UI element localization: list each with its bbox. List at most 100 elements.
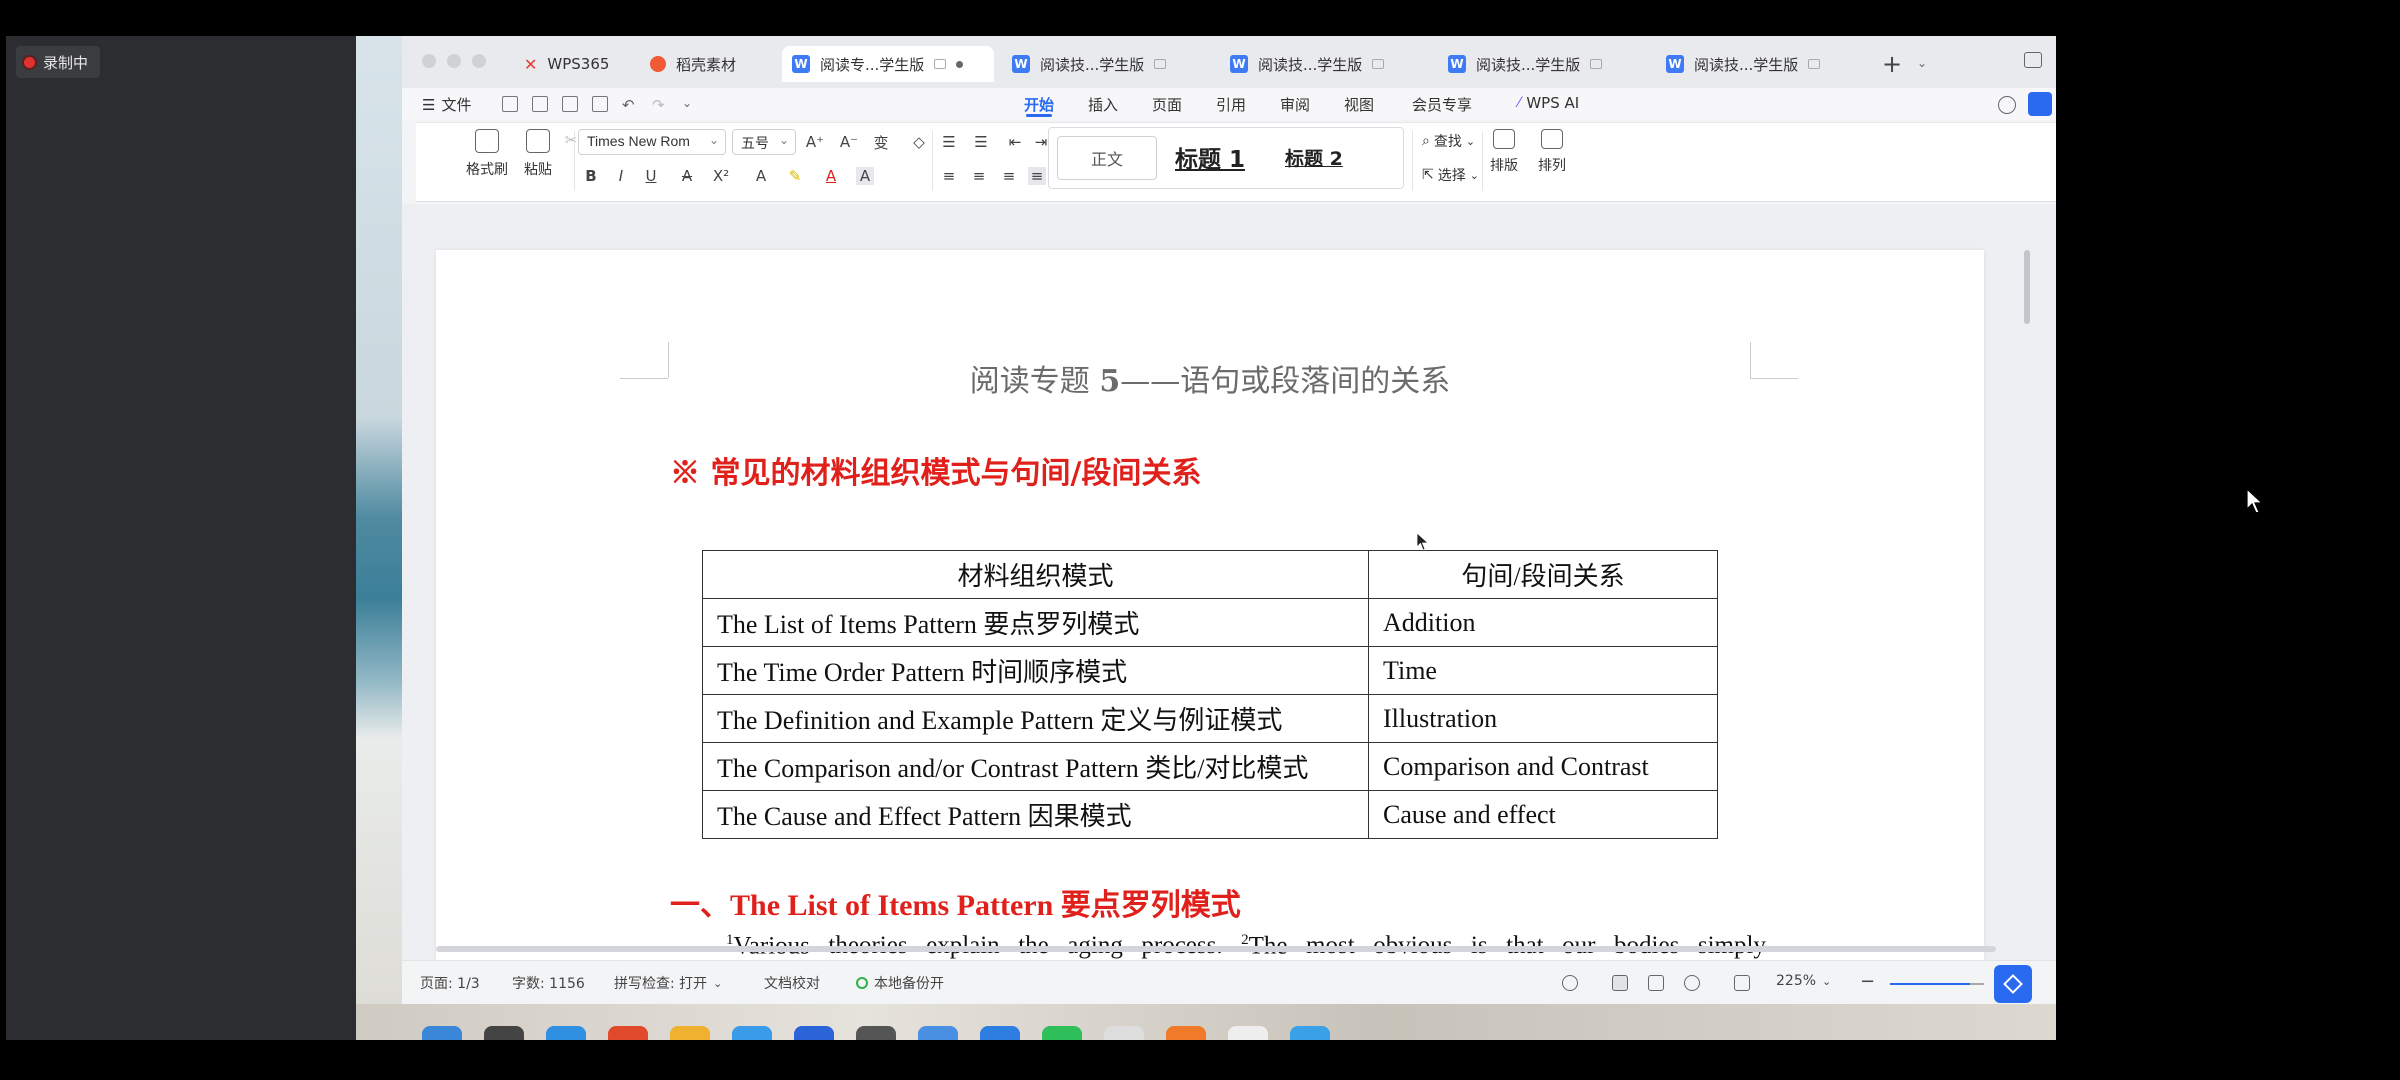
- minimize-window-button[interactable]: [447, 54, 461, 68]
- highlight-icon[interactable]: ✎: [786, 167, 804, 185]
- document-page[interactable]: 阅读专题 5——语句或段落间的关系 ※ 常见的材料组织模式与句间/段间关系 材料…: [436, 250, 1984, 960]
- menu-references[interactable]: 引用: [1216, 94, 1246, 115]
- zoom-select[interactable]: 225% ⌄: [1776, 973, 1831, 989]
- menu-view[interactable]: 视图: [1344, 94, 1374, 115]
- recording-indicator[interactable]: 录制中: [16, 46, 101, 78]
- typesetting-button[interactable]: 排版: [1490, 129, 1518, 175]
- align-right-icon[interactable]: ≡: [1000, 167, 1018, 185]
- menu-review[interactable]: 审阅: [1280, 94, 1310, 115]
- style-normal-button[interactable]: 正文: [1057, 136, 1157, 180]
- floating-assistant-button[interactable]: [1994, 965, 2032, 1003]
- word-doc-icon: W: [1666, 55, 1684, 73]
- screen: 录制中 ✕ WPS365 稻壳素材 W 阅读专...学生版 W 阅读技...学生…: [0, 0, 2400, 1080]
- export-icon[interactable]: [532, 96, 548, 112]
- save-icon[interactable]: [502, 96, 518, 112]
- justify-icon[interactable]: ≡: [1028, 167, 1046, 185]
- font-size-select[interactable]: 五号 ⌄: [732, 129, 796, 155]
- menu-page[interactable]: 页面: [1152, 94, 1182, 115]
- zoom-slider[interactable]: [1890, 983, 1970, 985]
- paste-button[interactable]: 粘贴: [524, 129, 552, 179]
- wps-logo-icon: ✕: [524, 54, 538, 74]
- spell-check-toggle[interactable]: 拼写检查: 打开 ⌄: [614, 973, 722, 993]
- new-tab-button[interactable]: +: [1882, 50, 1902, 78]
- proofread-button[interactable]: 文档校对: [764, 973, 820, 993]
- clear-format-icon[interactable]: ◇: [910, 133, 928, 151]
- wps-ai-menu[interactable]: ⁄ WPS AI: [1518, 94, 1579, 112]
- subheading: 一、The List of Items Pattern 要点罗列模式: [670, 889, 1241, 922]
- numbered-list-icon[interactable]: ☰: [972, 133, 990, 151]
- style-heading2-button[interactable]: 标题 2: [1285, 144, 1343, 171]
- tab-document[interactable]: W 阅读技...学生版: [1220, 46, 1394, 82]
- scrollbar-thumb[interactable]: [2024, 250, 2030, 324]
- chevron-down-icon[interactable]: ⌄: [682, 96, 698, 112]
- format-painter-button[interactable]: 格式刷: [466, 129, 508, 179]
- phonetic-guide-icon[interactable]: 变: [872, 133, 890, 152]
- zoom-out-button[interactable]: −: [1860, 971, 1875, 992]
- redo-icon[interactable]: ↷: [652, 96, 668, 114]
- share-icon[interactable]: [2028, 92, 2052, 116]
- outline-view-icon[interactable]: [1648, 975, 1664, 991]
- page-indicator[interactable]: 页面: 1/3: [420, 973, 480, 993]
- font-name-select[interactable]: Times New Rom ⌄: [578, 129, 726, 155]
- maximize-window-button[interactable]: [472, 54, 486, 68]
- align-left-icon[interactable]: ≡: [940, 167, 958, 185]
- window-controls: [422, 54, 486, 68]
- hamburger-icon: ☰: [422, 95, 436, 114]
- chevron-down-icon: ⌄: [1465, 134, 1476, 148]
- select-button[interactable]: ⇱ 选择 ⌄: [1422, 165, 1479, 185]
- title-prefix: 阅读专题: [969, 364, 1100, 399]
- style-heading1-button[interactable]: 标题 1: [1175, 140, 1245, 174]
- bold-icon[interactable]: B: [582, 167, 600, 185]
- font-color-icon[interactable]: A: [822, 167, 840, 185]
- search-icon: ⌕: [1422, 133, 1430, 149]
- cursor-select-icon: ⇱: [1422, 167, 1434, 183]
- vertical-scrollbar[interactable]: [2022, 214, 2032, 950]
- chevron-down-icon: ⌄: [713, 976, 723, 990]
- tab-document[interactable]: W 阅读技...学生版: [1438, 46, 1612, 82]
- menu-insert[interactable]: 插入: [1088, 94, 1118, 115]
- wps-ai-label: WPS AI: [1526, 94, 1580, 112]
- table-row: The Comparison and/or Contrast Pattern 类…: [702, 742, 1718, 791]
- tab-document-active[interactable]: W 阅读专...学生版: [782, 46, 994, 82]
- tab-document[interactable]: W 阅读技...学生版: [1656, 46, 1830, 82]
- find-button[interactable]: ⌕ 查找 ⌄: [1422, 131, 1475, 151]
- cloud-icon[interactable]: [1998, 96, 2016, 114]
- word-count[interactable]: 字数: 1156: [512, 973, 585, 993]
- table-cell: The Cause and Effect Pattern 因果模式: [702, 790, 1369, 839]
- print-icon[interactable]: [562, 96, 578, 112]
- horizontal-scrollbar[interactable]: [416, 944, 2016, 954]
- italic-icon[interactable]: I: [612, 167, 630, 185]
- tab-document[interactable]: W 阅读技...学生版: [1002, 46, 1176, 82]
- superscript-icon[interactable]: X²: [712, 167, 730, 185]
- strikethrough-icon[interactable]: A: [678, 167, 696, 185]
- undo-icon[interactable]: ↶: [622, 96, 638, 114]
- eye-icon[interactable]: [1562, 975, 1578, 991]
- outdent-icon[interactable]: ⇤: [1006, 133, 1024, 151]
- sidebar-toggle-icon[interactable]: [2024, 52, 2042, 68]
- menu-membership[interactable]: 会员专享: [1412, 94, 1472, 115]
- underline-icon[interactable]: U: [642, 167, 660, 185]
- bullet-list-icon[interactable]: ☰: [940, 133, 958, 151]
- decrease-font-icon[interactable]: A⁻: [840, 133, 858, 151]
- page-view-icon[interactable]: [1612, 975, 1628, 991]
- tab-wps365[interactable]: ✕ WPS365: [514, 46, 619, 82]
- tab-daoke[interactable]: 稻壳素材: [640, 46, 746, 82]
- tab-window-icon: [934, 59, 947, 69]
- close-window-button[interactable]: [422, 54, 436, 68]
- fit-page-icon[interactable]: [1734, 975, 1750, 991]
- align-center-icon[interactable]: ≡: [970, 167, 988, 185]
- quick-access-toolbar: ↶ ↷ ⌄: [502, 96, 698, 114]
- arrange-button[interactable]: 排列: [1538, 129, 1566, 175]
- backup-status[interactable]: 本地备份开: [856, 973, 944, 993]
- increase-font-icon[interactable]: A⁺: [806, 133, 824, 151]
- scrollbar-thumb[interactable]: [436, 946, 1996, 952]
- text-effect-icon[interactable]: A: [752, 167, 770, 185]
- file-menu[interactable]: ☰ 文件: [422, 94, 471, 115]
- char-shading-icon[interactable]: A: [856, 167, 874, 185]
- word-doc-icon: W: [1012, 55, 1030, 73]
- chevron-down-icon[interactable]: ⌄: [1917, 56, 1927, 70]
- menu-home[interactable]: 开始: [1024, 94, 1054, 115]
- web-view-icon[interactable]: [1684, 975, 1700, 991]
- mouse-cursor-icon: [2246, 488, 2264, 514]
- print-preview-icon[interactable]: [592, 96, 608, 112]
